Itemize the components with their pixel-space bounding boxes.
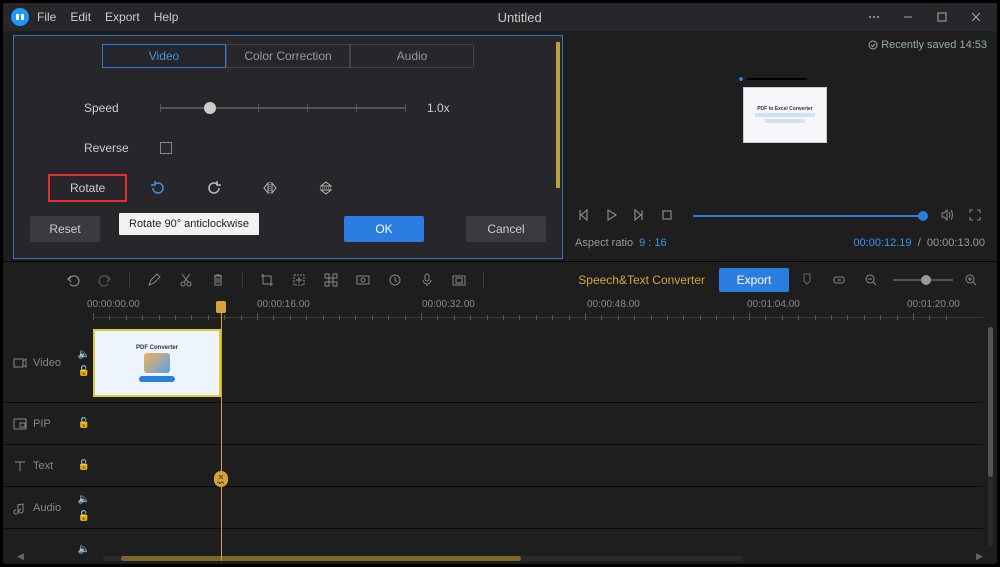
timeline-horizontal-scrollbar[interactable] (103, 556, 743, 561)
zoom-slider[interactable] (893, 279, 953, 281)
cancel-button[interactable]: Cancel (466, 216, 546, 242)
duration-icon[interactable] (381, 266, 409, 294)
audio-track-icon (13, 501, 27, 515)
track-text-head: Text (3, 445, 75, 486)
delete-icon[interactable] (204, 266, 232, 294)
screenshot-icon[interactable] (445, 266, 473, 294)
saved-status: Recently saved 14:53 (868, 39, 987, 51)
preview-pane: Recently saved 14:53 PDF to Excel Conver… (563, 31, 997, 261)
zoom-out-icon[interactable] (857, 266, 885, 294)
next-frame-icon[interactable] (631, 207, 649, 225)
track-extra-head (3, 529, 75, 564)
track-audio-head: Audio (3, 487, 75, 528)
video-track-icon (13, 356, 27, 370)
speed-label: Speed (84, 101, 154, 115)
ok-button[interactable]: OK (344, 216, 424, 242)
speed-value: 1.0x (427, 101, 450, 115)
tab-audio[interactable]: Audio (350, 44, 474, 68)
mic-icon[interactable] (413, 266, 441, 294)
fullscreen-icon[interactable] (967, 207, 985, 225)
zoom-in-icon[interactable] (957, 266, 985, 294)
maximize-icon[interactable] (929, 7, 955, 27)
aspect-ratio-value[interactable]: 9 : 16 (639, 237, 667, 249)
editor-toolbar: Speech&Text Converter Export (3, 261, 997, 297)
flip-vertical-icon[interactable] (315, 177, 337, 199)
flip-horizontal-icon[interactable] (259, 177, 281, 199)
rotate-cw-icon[interactable] (203, 177, 225, 199)
menu-help[interactable]: Help (154, 10, 179, 24)
add-icon[interactable] (285, 266, 313, 294)
lock-icon[interactable]: 🔓 (78, 366, 90, 377)
timeline: 00:00:00.00 00:00:16.00 00:00:32.00 00:0… (3, 297, 997, 564)
menu-file[interactable]: File (37, 10, 56, 24)
tab-video[interactable]: Video (102, 44, 226, 68)
split-handle-icon[interactable] (214, 471, 228, 487)
export-button[interactable]: Export (719, 268, 789, 292)
scroll-left-icon[interactable]: ◀ (17, 551, 24, 562)
lock-icon[interactable]: 🔓 (78, 418, 90, 429)
window-title: Untitled (178, 10, 861, 25)
preview-thumbnail: PDF to Excel Converter (743, 87, 827, 143)
speech-text-converter[interactable]: Speech&Text Converter (578, 273, 705, 287)
redo-icon[interactable] (91, 266, 119, 294)
crop-icon[interactable] (253, 266, 281, 294)
text-track-icon (13, 459, 27, 473)
volume-icon[interactable] (939, 207, 957, 225)
mute-icon[interactable]: 🔈 (78, 544, 90, 555)
close-icon[interactable] (963, 7, 989, 27)
more-icon[interactable] (861, 7, 887, 27)
rotate-label: Rotate (48, 174, 127, 202)
scroll-right-icon[interactable]: ▶ (976, 551, 983, 562)
reverse-checkbox[interactable] (160, 142, 172, 154)
mute-icon[interactable]: 🔈 (78, 349, 90, 360)
time-ruler[interactable]: 00:00:00.00 00:00:16.00 00:00:32.00 00:0… (93, 297, 983, 323)
menu-export[interactable]: Export (105, 10, 140, 24)
timeline-vertical-scrollbar[interactable] (988, 327, 993, 547)
rotate-tooltip: Rotate 90° anticlockwise (119, 213, 259, 235)
mosaic-icon[interactable] (317, 266, 345, 294)
menu-edit[interactable]: Edit (70, 10, 91, 24)
pip-track-icon (13, 417, 27, 431)
video-clip[interactable]: PDF Converter (93, 329, 221, 397)
stop-icon[interactable] (659, 207, 677, 225)
video-settings-dialog: Video Color Correction Audio Speed 1.0x (13, 35, 563, 259)
pen-icon[interactable] (140, 266, 168, 294)
reset-button[interactable]: Reset (30, 216, 100, 242)
reverse-label: Reverse (84, 141, 154, 155)
speed-slider[interactable] (160, 98, 405, 118)
time-display: 00:00:12.19 / 00:00:13.00 (853, 237, 985, 249)
app-logo-icon (11, 8, 29, 26)
aspect-ratio-label: Aspect ratio (575, 237, 633, 249)
cut-icon[interactable] (172, 266, 200, 294)
lock-icon[interactable]: 🔓 (78, 511, 90, 522)
prev-frame-icon[interactable] (575, 207, 593, 225)
track-video-head: Video (3, 323, 75, 402)
marker-icon[interactable] (793, 266, 821, 294)
rotate-ccw-icon[interactable] (147, 177, 169, 199)
mute-icon[interactable]: 🔈 (78, 494, 90, 505)
minimize-icon[interactable] (895, 7, 921, 27)
lock-icon[interactable]: 🔓 (78, 460, 90, 471)
dialog-scrollbar[interactable] (556, 42, 560, 188)
frame-icon[interactable] (349, 266, 377, 294)
play-icon[interactable] (603, 207, 621, 225)
tab-color-correction[interactable]: Color Correction (226, 44, 350, 68)
playhead[interactable] (221, 301, 222, 561)
titlebar: File Edit Export Help Untitled (3, 3, 997, 31)
fit-icon[interactable] (825, 266, 853, 294)
track-pip-head: PIP (3, 403, 75, 444)
undo-icon[interactable] (59, 266, 87, 294)
preview-progress[interactable] (693, 215, 923, 217)
